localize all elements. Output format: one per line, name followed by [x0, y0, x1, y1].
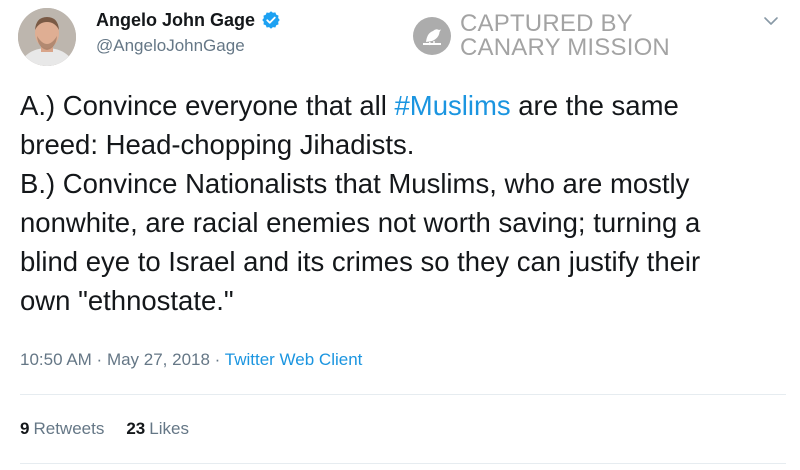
verified-badge-icon	[261, 10, 281, 30]
tweet-line: nonwhite, are racial enemies not worth s…	[20, 207, 701, 238]
author-name[interactable]: Angelo John Gage	[96, 9, 255, 31]
tweet-text: A.) Convince everyone that all #Muslims …	[20, 86, 790, 320]
watermark-text: CAPTURED BY CANARY MISSION	[460, 12, 670, 60]
retweets-count: 9	[20, 419, 30, 438]
likes-stat[interactable]: 23 Likes	[126, 418, 189, 440]
tweet-date[interactable]: May 27, 2018	[107, 350, 210, 369]
tweet-line: blind eye to Israel and its crimes so th…	[20, 246, 701, 277]
tweet-line: B.) Convince Nationalists that Muslims, …	[20, 168, 690, 199]
tweet-line: A.) Convince everyone that all #Muslims …	[20, 86, 790, 125]
divider	[20, 463, 786, 464]
likes-count: 23	[126, 419, 146, 438]
tweet-text-segment: A.) Convince everyone that all	[20, 90, 395, 121]
hashtag-link[interactable]: #Muslims	[395, 90, 511, 121]
watermark: CAPTURED BY CANARY MISSION	[412, 12, 670, 60]
likes-label: Likes	[149, 419, 189, 438]
chevron-down-icon[interactable]	[762, 12, 780, 30]
tweet-meta: 10:50 AM · May 27, 2018 · Twitter Web Cl…	[20, 349, 362, 371]
tweet-card: Angelo John Gage @AngeloJohnGage CAPTURE…	[0, 0, 800, 470]
tweet-source-link[interactable]: Twitter Web Client	[225, 350, 363, 369]
watermark-line-1: CAPTURED BY	[460, 10, 633, 37]
canary-logo-icon	[412, 16, 452, 56]
tweet-stats: 9 Retweets 23 Likes	[20, 418, 189, 440]
avatar[interactable]	[18, 8, 76, 66]
watermark-line-2: CANARY MISSION	[460, 34, 670, 61]
divider	[20, 394, 786, 395]
tweet-time[interactable]: 10:50 AM	[20, 350, 92, 369]
retweets-stat[interactable]: 9 Retweets	[20, 418, 104, 440]
retweets-label: Retweets	[33, 419, 105, 438]
tweet-line: own "ethnostate."	[20, 285, 234, 316]
tweet-text-segment: are the same	[510, 90, 679, 121]
meta-separator: ·	[209, 350, 225, 369]
author-handle[interactable]: @AngeloJohnGage	[96, 36, 245, 56]
tweet-line: breed: Head-chopping Jihadists.	[20, 129, 415, 160]
meta-separator: ·	[91, 350, 107, 369]
author-name-row: Angelo John Gage	[96, 9, 281, 31]
